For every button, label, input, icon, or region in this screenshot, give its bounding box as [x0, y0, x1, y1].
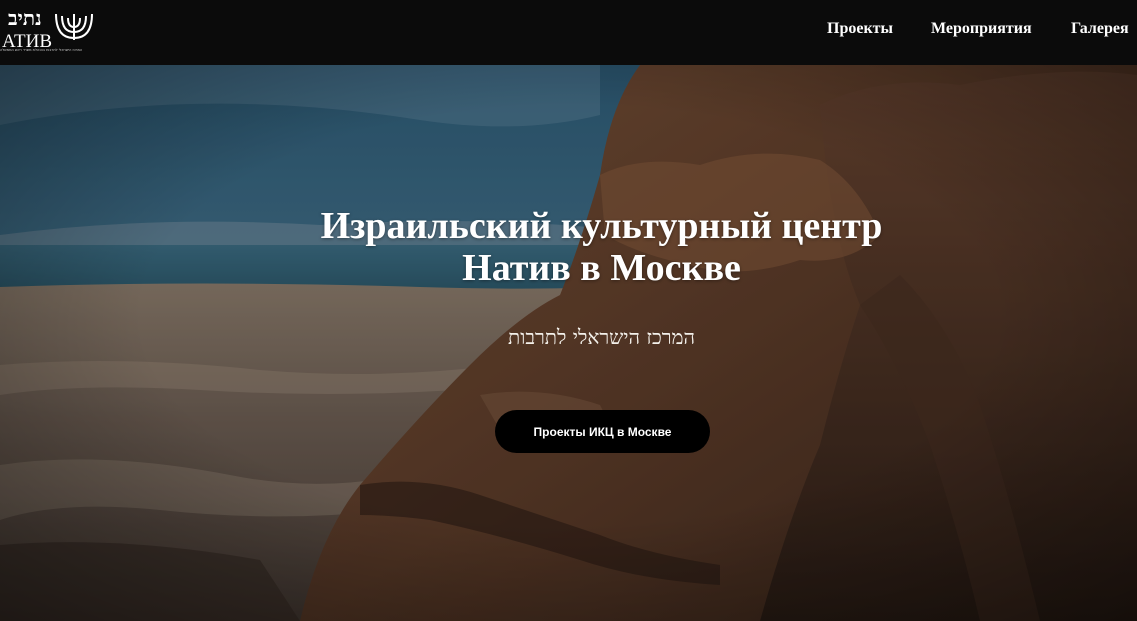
- nav-item-projects[interactable]: Проекты: [827, 20, 893, 38]
- hero-title: Израильский культурный центр Натив в Мос…: [0, 205, 1137, 289]
- nav-item-events[interactable]: Мероприятия: [931, 20, 1032, 38]
- nav-item-gallery[interactable]: Галерея: [1071, 20, 1129, 38]
- hero-title-line-1: Израильский культурный центр: [320, 205, 883, 247]
- menorah-icon: [55, 13, 93, 40]
- hero-section: Израильский культурный центр Натив в Мос…: [0, 65, 1137, 621]
- hero-title-line-2: Натив в Москве: [462, 247, 741, 289]
- site-header: נתיב АТИВ המרכז הישראלי לתרבות בהנהלת מש…: [0, 0, 1137, 65]
- logo-tagline: המרכז הישראלי לתרבות בהנהלת משרד ראש הממ…: [0, 48, 83, 52]
- logo-hebrew-text: נתיב: [8, 6, 42, 30]
- projects-button[interactable]: Проекты ИКЦ в Москве: [495, 410, 710, 453]
- hero-subtitle-hebrew: המרכז הישראלי לתרבות: [508, 325, 695, 349]
- logo[interactable]: נתיב АТИВ המרכז הישראלי לתרבות בהנהלת מש…: [0, 4, 100, 60]
